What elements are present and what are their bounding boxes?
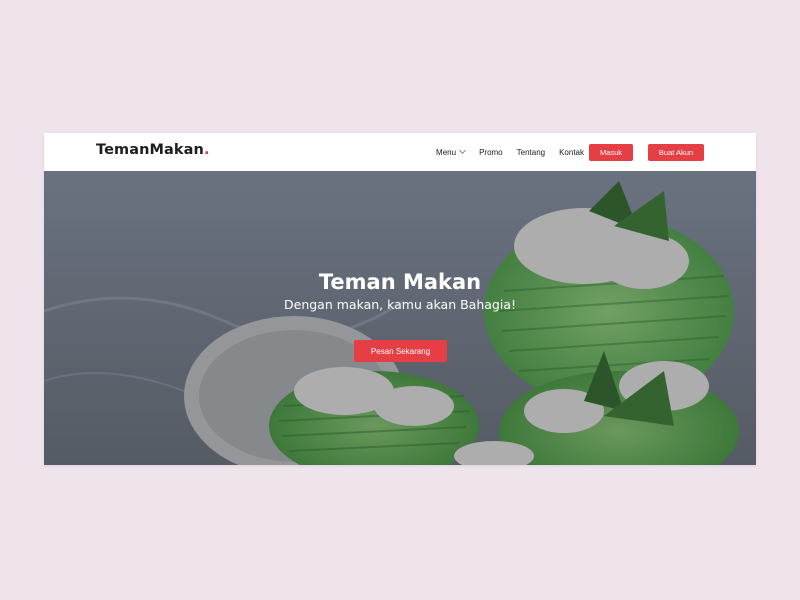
browser-viewport: TemanMakan. Menu Promo Tentang Kontak Ma… (44, 133, 756, 465)
top-navbar: TemanMakan. Menu Promo Tentang Kontak Ma… (44, 133, 756, 172)
chevron-down-icon (459, 146, 467, 155)
brand-dot: . (203, 142, 210, 158)
brand-logo[interactable]: TemanMakan. (96, 142, 210, 158)
nav-links: Menu Promo Tentang Kontak (436, 133, 584, 171)
brand-name: TemanMakan (96, 142, 204, 158)
nav-item-kontak[interactable]: Kontak (559, 148, 584, 157)
nav-item-tentang[interactable]: Tentang (517, 148, 545, 157)
nav-item-menu[interactable]: Menu (436, 146, 467, 157)
nav-item-promo[interactable]: Promo (479, 148, 503, 157)
nav-item-menu-label: Menu (436, 147, 457, 157)
hero-section: Teman Makan Dengan makan, kamu akan Baha… (44, 171, 756, 465)
hero-title: Teman Makan (318, 270, 482, 294)
hero-subtitle: Dengan makan, kamu akan Bahagia! (284, 297, 516, 312)
hero-dark-overlay (44, 171, 756, 465)
signup-button[interactable]: Buat Akun (648, 144, 704, 161)
login-button[interactable]: Masuk (589, 144, 633, 161)
order-now-button[interactable]: Pesan Sekarang (354, 340, 447, 362)
